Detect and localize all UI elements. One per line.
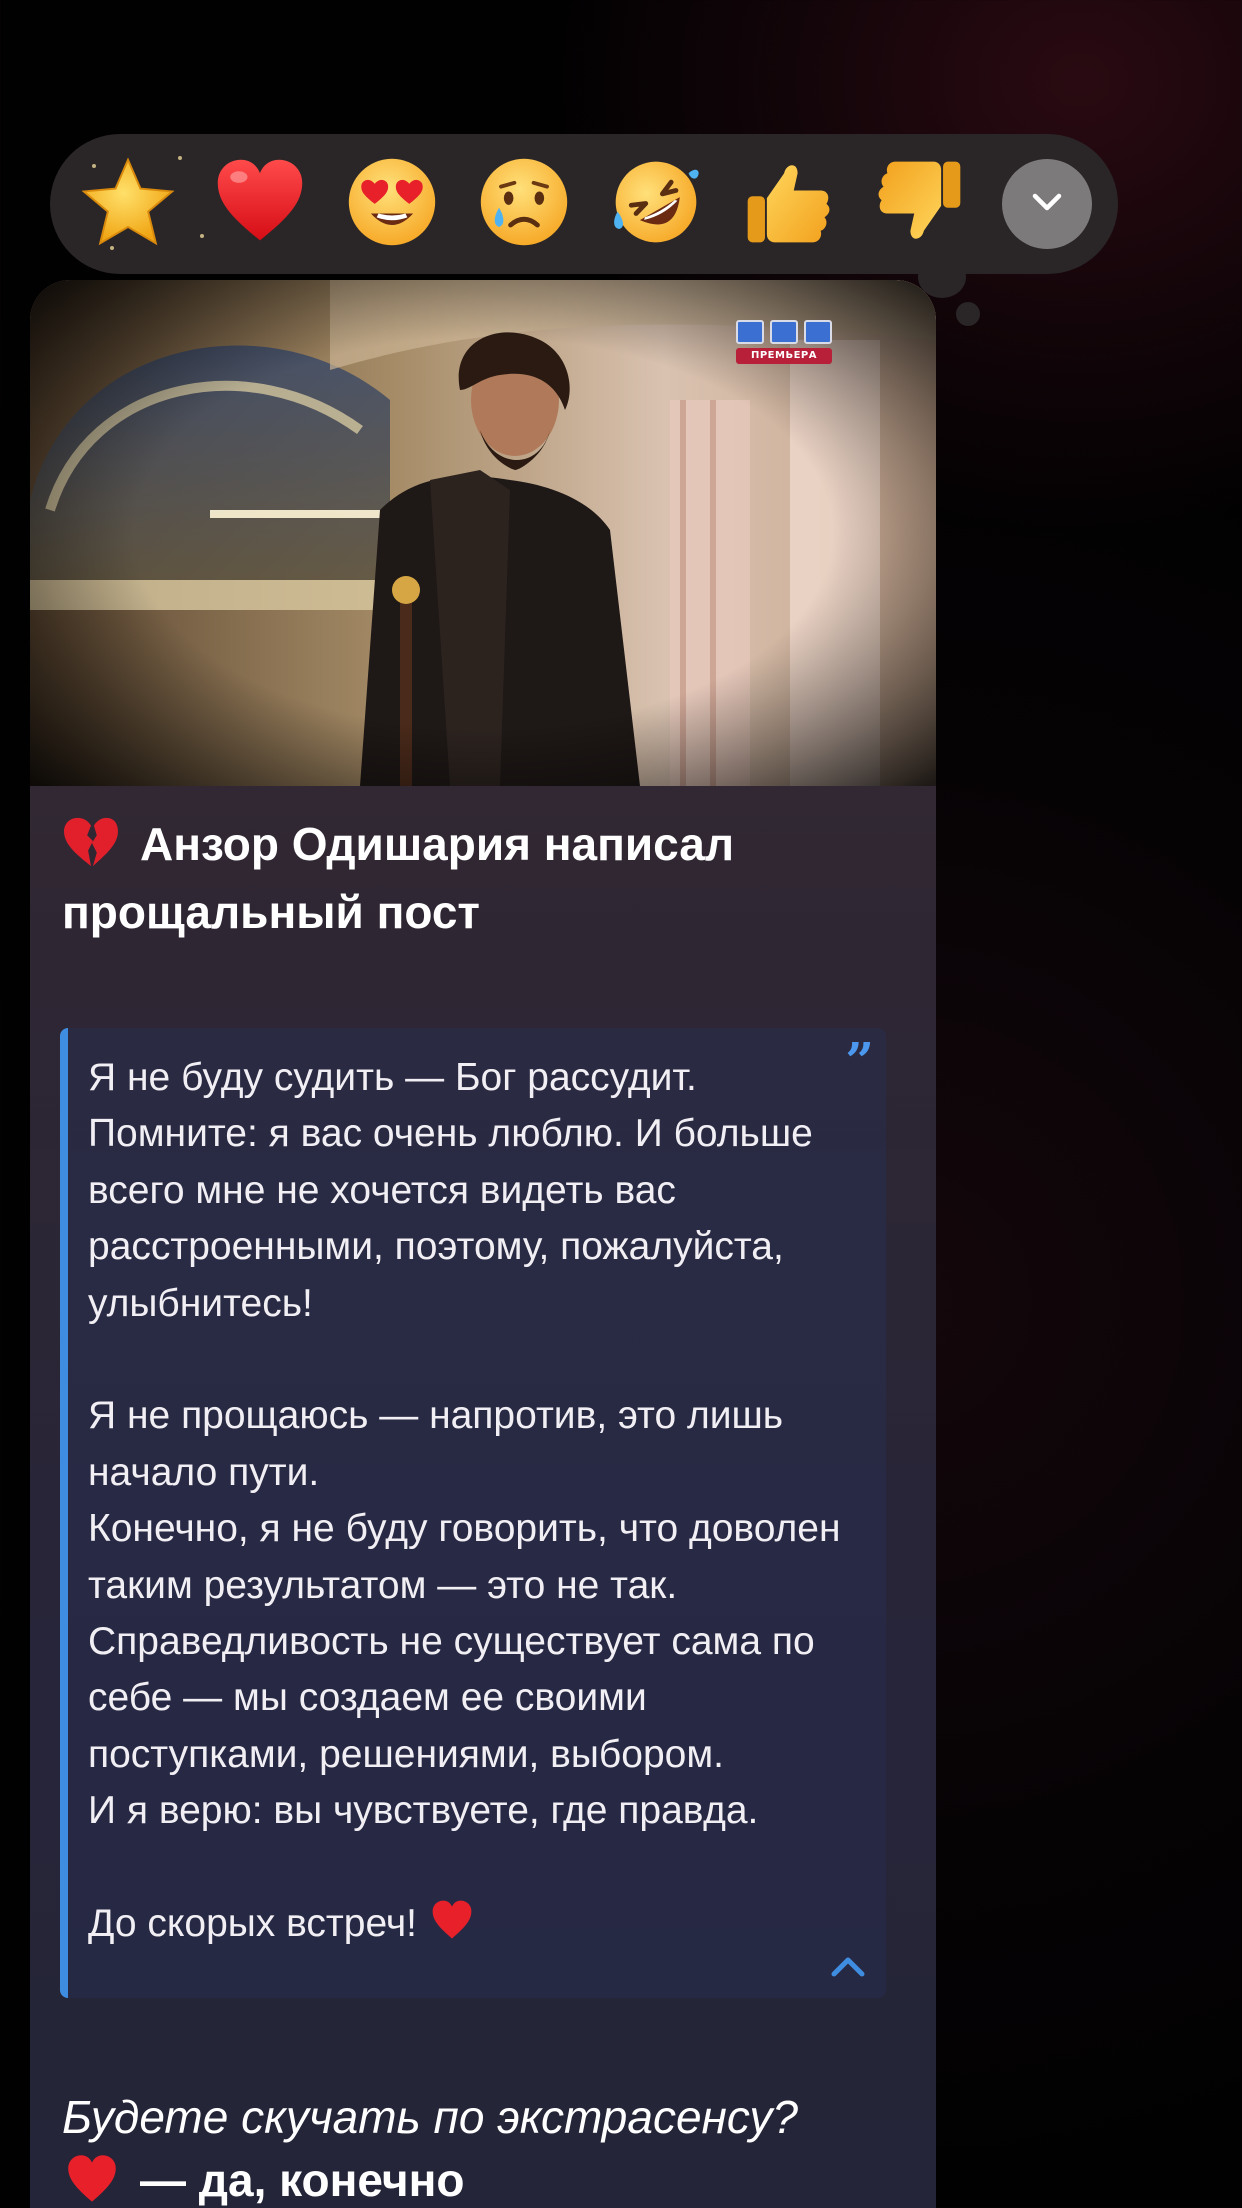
reaction-bar-tail-dot — [956, 302, 980, 326]
poll-option-text: — да, конечно — [140, 2154, 465, 2206]
poll-option[interactable]: — да, конечно — [62, 2150, 922, 2208]
reaction-star[interactable] — [76, 152, 180, 256]
blockquote[interactable]: ” Я не буду судить — Бог рассудит. Помни… — [60, 1028, 886, 1998]
thumbs-up-icon — [740, 154, 836, 255]
reaction-cry[interactable] — [472, 152, 576, 256]
heart-eyes-icon — [344, 154, 440, 255]
poll-question: Будете скучать по экстрасенсу? — [62, 2091, 798, 2143]
reaction-heart-eyes[interactable] — [340, 152, 444, 256]
red-heart-icon — [427, 1898, 477, 1942]
quote-text: Я не буду судить — Бог рассудит. Помните… — [88, 1050, 868, 1953]
star-icon — [80, 154, 176, 255]
quote-body: Я не буду судить — Бог рассудит. Помните… — [88, 1056, 841, 1946]
reaction-rofl[interactable] — [604, 152, 708, 256]
chevron-up-icon — [826, 1957, 870, 1988]
broken-heart-icon — [62, 816, 120, 868]
tv-channel-logo-label: ПРЕМЬЕРА — [736, 348, 832, 364]
reaction-thumbs-down[interactable] — [868, 152, 972, 256]
post-title: Анзор Одишария написал прощальный пост — [62, 810, 882, 946]
thumbs-down-icon — [872, 154, 968, 255]
red-heart-icon — [212, 154, 308, 255]
rofl-icon — [608, 154, 704, 255]
red-heart-icon — [62, 2152, 122, 2206]
tv-channel-logo: ПРЕМЬЕРА — [736, 320, 832, 368]
message-photo[interactable]: ПРЕМЬЕРА — [30, 280, 936, 786]
crying-face-icon — [476, 154, 572, 255]
post-title-text: Анзор Одишария написал прощальный пост — [62, 818, 735, 938]
reaction-heart[interactable] — [208, 152, 312, 256]
reaction-thumbs-up[interactable] — [736, 152, 840, 256]
collapse-quote-button[interactable] — [826, 1948, 870, 1984]
channel-message[interactable]: ПРЕМЬЕРА Анзор Одишария написал прощальн… — [30, 280, 936, 2208]
chevron-down-icon — [1027, 182, 1067, 227]
reaction-bar — [50, 134, 1118, 274]
more-reactions-button[interactable] — [1002, 159, 1092, 249]
